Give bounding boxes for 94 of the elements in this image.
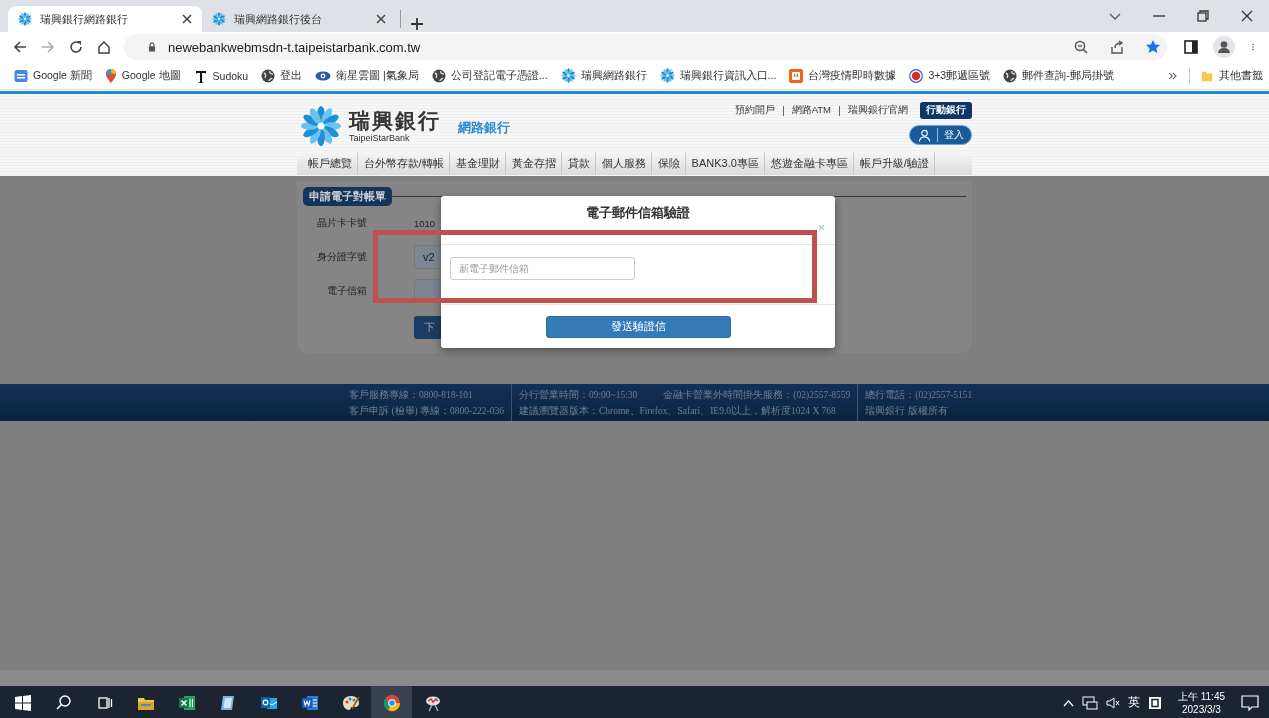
clock[interactable]: 上午 11:45 2023/3/3: [1177, 689, 1225, 716]
field-label: 晶片卡卡號: [316, 216, 367, 230]
login-button[interactable]: 登入: [909, 125, 972, 145]
chevron-up-icon[interactable]: [1062, 698, 1074, 707]
flower-icon: [18, 12, 32, 26]
product-name: 網路銀行: [458, 119, 510, 137]
flower-icon: [659, 68, 675, 83]
new-tab-icon[interactable]: [409, 16, 425, 32]
person-icon: [918, 128, 931, 142]
mobile-bank-button[interactable]: 行動銀行: [920, 102, 972, 119]
outlet-icon: [789, 68, 804, 83]
tab-title: 瑞興網路銀行後台: [234, 11, 323, 27]
home-icon[interactable]: [96, 39, 112, 55]
bookmark[interactable]: 衛星雲圖 |氣象局: [315, 68, 419, 83]
bookmark[interactable]: Google 新聞: [14, 68, 92, 83]
browser-tab[interactable]: 瑞興銀行網路銀行: [8, 6, 202, 32]
field-label: 電子信箱: [326, 284, 367, 298]
browser-tab[interactable]: 瑞興網路銀行後台: [202, 6, 396, 32]
bookmark[interactable]: Sudoku: [193, 68, 249, 83]
restore-icon[interactable]: [1195, 8, 1211, 24]
address-bar[interactable]: newebankwebmsdn-t.taipeistarbank.com.tw: [124, 34, 1167, 60]
notebook-icon[interactable]: [218, 693, 237, 712]
bookmark[interactable]: 郵件查詢-郵局掛號: [1003, 68, 1114, 83]
nav-tab[interactable]: 個人服務: [596, 152, 653, 175]
bookmark[interactable]: 台灣疫情即時數據: [789, 68, 897, 83]
footer-text: 客戶服務專線：0800-818-101: [349, 388, 473, 401]
document-icon[interactable]: [300, 693, 319, 712]
bank-name: 瑞興銀行: [349, 109, 441, 133]
search-icon[interactable]: [54, 693, 73, 712]
header-link[interactable]: 預約開戶: [734, 104, 775, 117]
lock-icon: [146, 39, 158, 55]
bookmark[interactable]: 瑞興網路銀行: [560, 68, 647, 83]
start-icon[interactable]: [13, 693, 32, 712]
nav-tab[interactable]: 黃金存摺: [506, 152, 563, 175]
nav-tab[interactable]: 悠遊金融卡專區: [765, 152, 855, 175]
close-icon[interactable]: [182, 14, 192, 24]
reload-icon[interactable]: [68, 39, 84, 55]
nav-tab[interactable]: 帳戶升級/驗證: [854, 152, 936, 175]
zoom-icon[interactable]: [1073, 39, 1089, 55]
nav-tab[interactable]: 帳戶總覽: [302, 152, 358, 175]
footer-text: 總行電話：(02)2557-5151: [865, 388, 973, 401]
star-icon[interactable]: [1145, 39, 1161, 55]
nav-tab[interactable]: BANK3.0專區: [686, 152, 766, 175]
globe-icon: [1003, 68, 1018, 83]
close-icon[interactable]: [1239, 8, 1255, 24]
volume-icon[interactable]: [1105, 695, 1120, 710]
dialog-title: 電子郵件信箱驗證: [586, 204, 690, 222]
send-button[interactable]: 發送驗證信: [545, 315, 731, 338]
newspaper-emblem-icon: [193, 68, 208, 83]
nav-tab[interactable]: 保險: [652, 152, 687, 175]
back-icon[interactable]: [12, 39, 28, 55]
email-field[interactable]: 新電子郵件信箱: [450, 257, 635, 280]
network-icon[interactable]: [1081, 695, 1098, 710]
section-title: 申請電子對帳單: [303, 187, 392, 206]
globe-icon: [261, 68, 276, 83]
tab-title: 瑞興銀行網路銀行: [40, 11, 129, 27]
keyboard-mode-icon[interactable]: [1147, 695, 1162, 710]
header-link[interactable]: 瑞興銀行官網: [848, 104, 908, 117]
footer-text: 客戶申訴 (檢舉) 專線：0800-222-036: [349, 404, 504, 417]
bookmark-folder[interactable]: 其他書籤: [1200, 67, 1263, 84]
notification-icon[interactable]: [1241, 694, 1259, 711]
profile-icon[interactable]: [1213, 36, 1235, 58]
bookmark[interactable]: 3+3郵遞區號: [909, 68, 991, 83]
browser-icon[interactable]: [382, 693, 401, 712]
nav-tab[interactable]: 貸款: [562, 152, 597, 175]
url-text: newebankwebmsdn-t.taipeistarbank.com.tw: [168, 39, 422, 55]
card-number: 1010: [414, 218, 436, 229]
eye-icon: [315, 69, 332, 82]
bookmark[interactable]: 登出: [261, 68, 303, 83]
palette-icon[interactable]: [341, 693, 360, 712]
footer-text: 金融卡營業外時間掛失服務：(02)2557-8559: [663, 388, 851, 401]
field-label: 身分證字號: [316, 250, 367, 264]
spreadsheet-icon[interactable]: [177, 693, 196, 712]
footer-text: 瑞興銀行 版權所有: [865, 404, 948, 417]
bookmark[interactable]: 瑞興銀行資訊入口...: [659, 68, 777, 83]
globe-icon: [431, 68, 446, 83]
bookmark[interactable]: Google 地圖: [104, 67, 181, 84]
seal-icon: [909, 68, 924, 83]
bank-name-english: TaipeiStarBank: [349, 133, 411, 143]
footer-text: 建議瀏覽器版本：Chrome、Firefox、Safari、IE9.0以上，解析度1024 X 768: [518, 404, 836, 417]
nav-tab[interactable]: 台外幣存款/轉帳: [358, 152, 451, 175]
side-panel-icon[interactable]: [1183, 39, 1199, 55]
flower-icon: [560, 68, 576, 83]
nav-tab[interactable]: 基金理財: [450, 152, 507, 175]
share-icon[interactable]: [1109, 39, 1125, 55]
news-icon: [14, 68, 28, 83]
footer-text: 分行營業時間：09:00~15:30: [518, 388, 638, 401]
input-language[interactable]: 英: [1127, 694, 1140, 711]
header-link[interactable]: 網路ATM: [791, 104, 831, 117]
flower-icon: [212, 12, 226, 26]
bookmark[interactable]: 公司登記電子憑證...: [431, 68, 548, 83]
close-icon[interactable]: [376, 14, 386, 24]
bank-logo-icon: [300, 105, 342, 147]
map-pin-icon: [104, 67, 117, 84]
